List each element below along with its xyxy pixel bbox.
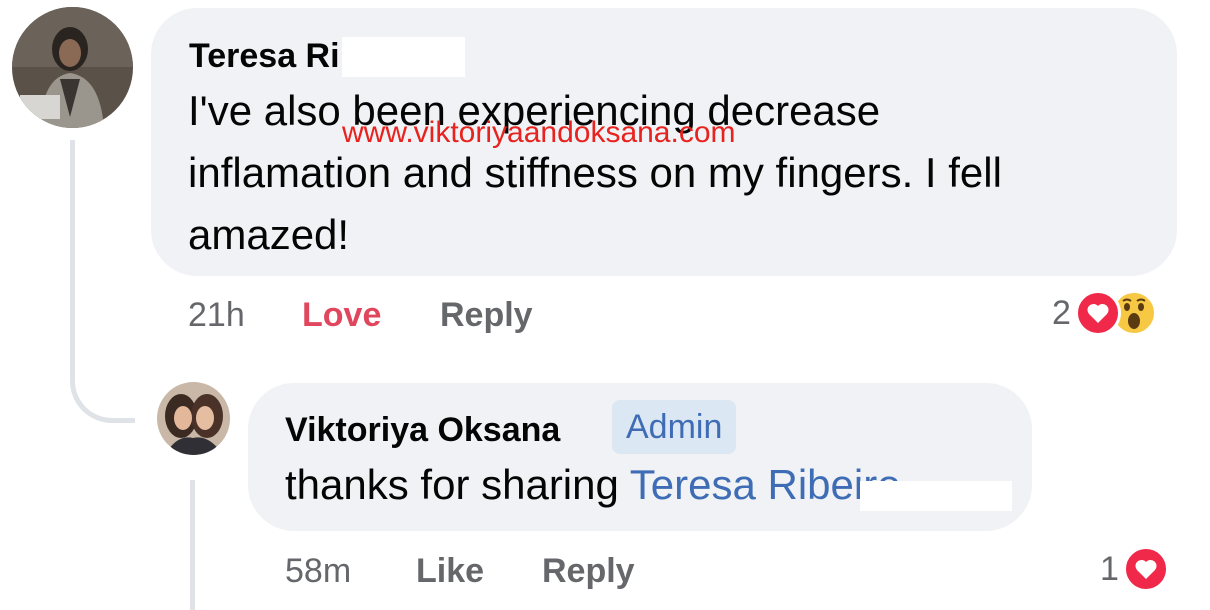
like-button[interactable]: Like	[416, 554, 484, 588]
love-reaction-button[interactable]: Love	[302, 298, 381, 332]
reply-timestamp[interactable]: 58m	[285, 554, 351, 588]
watermark-text: www.viktoriyaandoksana.com	[342, 116, 736, 149]
admin-badge: Admin	[612, 400, 737, 454]
thread-connector	[70, 140, 135, 423]
comment-timestamp[interactable]: 21h	[188, 298, 245, 332]
reply-bubble: Viktoriya Oksana Admin thanks for sharin…	[248, 383, 1032, 531]
reply-text-prefix: thanks for sharing	[285, 461, 630, 508]
redaction-box	[860, 481, 1012, 511]
commenter-avatar[interactable]	[12, 7, 133, 128]
replier-avatar[interactable]	[157, 382, 230, 455]
comment-text-line: inflamation and stiffness on my fingers.…	[188, 149, 1002, 196]
redaction-box	[342, 37, 465, 77]
reply-button[interactable]: Reply	[542, 554, 635, 588]
love-icon	[1122, 546, 1169, 592]
reply-thread-line	[190, 480, 195, 610]
love-icon	[1074, 290, 1121, 336]
reaction-count: 1	[1100, 550, 1119, 588]
reaction-summary[interactable]: 2	[1052, 290, 1157, 336]
reply-text: thanks for sharing Teresa Ribeiro	[285, 454, 901, 516]
reply-button[interactable]: Reply	[440, 298, 533, 332]
reaction-summary[interactable]: 1	[1100, 546, 1169, 592]
comment-text: I've also been experiencing decrease inf…	[188, 80, 1002, 266]
reaction-count: 2	[1052, 294, 1071, 332]
comment-author-name[interactable]: Teresa Ri	[189, 39, 340, 73]
comment-text-line: amazed!	[188, 211, 350, 258]
reply-author-name[interactable]: Viktoriya Oksana	[285, 413, 560, 447]
